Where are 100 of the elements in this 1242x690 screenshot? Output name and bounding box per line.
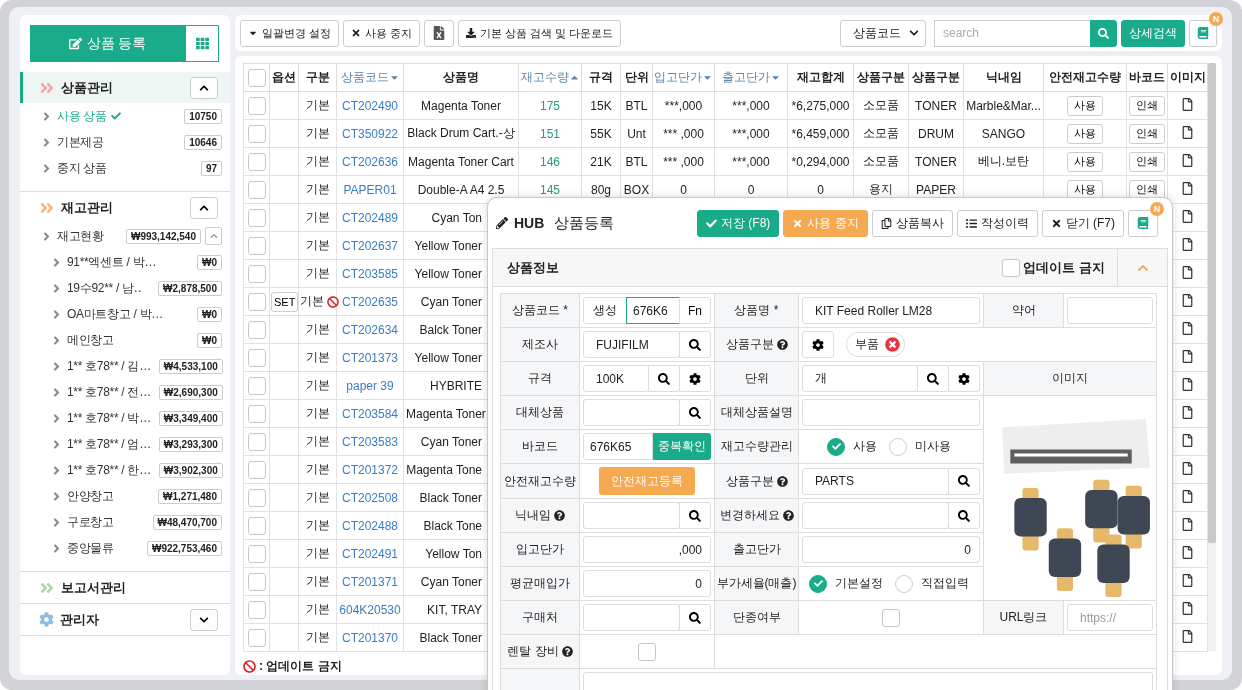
table-cell: 기본 xyxy=(305,405,330,422)
input-field[interactable]: 0 xyxy=(802,536,980,563)
table-cell: ***,000 xyxy=(714,119,788,148)
product-code-link[interactable]: CT202491 xyxy=(336,539,404,568)
product-code-link[interactable]: CT201372 xyxy=(336,455,404,484)
table-cell: 기본 xyxy=(305,181,330,198)
bulk-change-button[interactable]: 일괄변경 설정 xyxy=(240,19,340,47)
field-label: 단위 xyxy=(744,370,769,387)
stop-use-button[interactable]: 사용 중지 xyxy=(343,19,421,47)
menu-item[interactable]: 재고현황 xyxy=(57,227,104,245)
use-button[interactable]: 사용 xyxy=(1067,151,1103,172)
input-field[interactable]: 100K xyxy=(583,365,649,392)
menu-item[interactable]: OA마트창고 / 박… xyxy=(67,305,164,323)
product-code-link[interactable]: CT202488 xyxy=(336,511,404,540)
table-cell: ***,000 xyxy=(714,91,788,120)
column-header: 이미지 xyxy=(1169,70,1206,84)
section-header[interactable]: 관리자 xyxy=(20,604,230,635)
section-header[interactable]: 재고관리 xyxy=(20,192,230,223)
table-cell: 소모품 xyxy=(853,147,909,176)
menu-item[interactable]: 중지 상품 xyxy=(57,159,107,177)
input-field[interactable]: ,000 xyxy=(583,536,711,563)
input-field[interactable]: 개 xyxy=(802,365,918,392)
close-button[interactable]: 닫기 (F7) xyxy=(1041,209,1124,237)
menu-item[interactable]: 메인창고 xyxy=(67,331,114,349)
product-code-link[interactable]: CT203584 xyxy=(336,399,404,428)
table-cell: *** ,000 xyxy=(652,119,715,148)
table-cell: BTL xyxy=(620,147,653,176)
amount-badge: ₩3,349,400 xyxy=(158,410,223,426)
product-code-link[interactable]: CT202636 xyxy=(336,147,404,176)
menu-item[interactable]: 1** 호78** / 김… xyxy=(67,357,151,375)
section-header[interactable]: 보고서관리 xyxy=(20,572,230,603)
table-cell: SANGO xyxy=(963,119,1044,148)
table-cell: 기본 xyxy=(305,125,330,142)
column-header: 안전재고수량 xyxy=(1049,70,1121,84)
print-button[interactable]: 인쇄 xyxy=(1129,123,1165,144)
column-header: 구분 xyxy=(305,70,330,84)
product-code-link[interactable]: CT202489 xyxy=(336,203,404,232)
fn-button[interactable]: Fn xyxy=(679,297,711,324)
menu-item[interactable]: 1** 호78** / 한… xyxy=(67,461,151,479)
menu-item[interactable]: 1** 호78** / 박… xyxy=(67,409,151,427)
amount-badge: ₩3,293,300 xyxy=(158,436,223,452)
use-button[interactable]: 사용 xyxy=(1067,179,1103,200)
product-code-link[interactable]: CT202634 xyxy=(336,315,404,344)
menu-item[interactable]: 1** 호78** / 엄… xyxy=(67,435,151,453)
amount-badge: ₩3,902,300 xyxy=(158,462,223,478)
copy-button[interactable]: 상품복사 xyxy=(871,209,953,237)
download-button[interactable]: 기본 상품 검색 및 다운로드 xyxy=(458,19,622,47)
product-code-link[interactable]: CT202490 xyxy=(336,91,404,120)
input-field[interactable]: 676K6 xyxy=(626,297,680,324)
product-code-link[interactable]: CT201373 xyxy=(336,343,404,372)
table-cell: Unt xyxy=(620,119,653,148)
product-code-link[interactable]: CT201371 xyxy=(336,567,404,596)
table-cell: 기본 xyxy=(305,237,330,254)
legend-text: : 업데이트 금지 xyxy=(259,658,342,675)
search-scope-select[interactable]: 상품코드 xyxy=(840,19,926,47)
print-button[interactable]: 인쇄 xyxy=(1129,151,1165,172)
tag-chip[interactable]: 부품 xyxy=(846,332,905,357)
menu-item[interactable]: 91**엑센트 / 박… xyxy=(67,253,157,271)
input-field[interactable]: KIT Feed Roller LM28 xyxy=(802,297,980,324)
input-field[interactable]: https:// xyxy=(1067,604,1153,631)
table-cell: *0,294,000 xyxy=(787,147,854,176)
table-cell: 소모품 xyxy=(853,91,909,120)
input-field[interactable]: PARTS xyxy=(802,467,949,495)
menu-item[interactable]: 19수92** / 남‥ xyxy=(67,279,142,297)
product-code-link[interactable]: paper 39 xyxy=(336,371,404,400)
field-label: 이미지 xyxy=(1052,371,1088,385)
section-header[interactable]: 상품관리 xyxy=(20,72,230,103)
use-button[interactable]: 사용 xyxy=(1067,123,1103,144)
print-button[interactable]: 인쇄 xyxy=(1129,179,1165,200)
history-button[interactable]: 작성이력 xyxy=(956,209,1038,237)
product-code-link[interactable]: CT202635 xyxy=(336,287,404,316)
menu-item[interactable]: 안양창고 xyxy=(67,487,114,505)
field-label: 규격 xyxy=(528,370,552,387)
menu-item[interactable]: 구로창고 xyxy=(67,513,114,531)
input-field[interactable]: FUJIFILM xyxy=(583,331,680,358)
print-button[interactable]: 인쇄 xyxy=(1129,95,1165,116)
field-label: 출고단가 xyxy=(732,541,781,558)
use-button[interactable]: 사용 xyxy=(1067,95,1103,116)
amount-badge: ₩2,690,300 xyxy=(158,384,223,400)
field-label: 대체상품 xyxy=(516,404,564,421)
product-code-link[interactable]: CT350922 xyxy=(336,119,404,148)
product-code-link[interactable]: CT202637 xyxy=(336,231,404,260)
set-button[interactable]: SET xyxy=(271,291,299,312)
product-code-link[interactable]: PAPER01 xyxy=(336,175,404,204)
input-field[interactable]: 676K65 xyxy=(583,433,653,460)
product-code-link[interactable]: 604K20530 xyxy=(336,595,404,624)
table-cell: *6,275,000 xyxy=(787,91,854,120)
menu-item[interactable]: 1** 호78** / 전… xyxy=(67,383,151,401)
input-field[interactable]: 0 xyxy=(583,570,711,597)
product-code-link[interactable]: CT203585 xyxy=(336,259,404,288)
product-code-link[interactable]: CT201370 xyxy=(336,623,404,652)
product-code-link[interactable]: CT202508 xyxy=(336,483,404,512)
product-code-link[interactable]: CT203583 xyxy=(336,427,404,456)
menu-item[interactable]: 중앙물류 xyxy=(67,539,114,557)
search-field[interactable]: search xyxy=(934,19,1090,47)
count-badge: 10646 xyxy=(184,134,222,150)
table-cell: Magenta Toner xyxy=(403,91,519,120)
column-header: 규격 xyxy=(589,70,613,84)
table-cell: ***,000 xyxy=(652,91,715,120)
menu-item[interactable]: 기본제공 xyxy=(57,133,104,151)
